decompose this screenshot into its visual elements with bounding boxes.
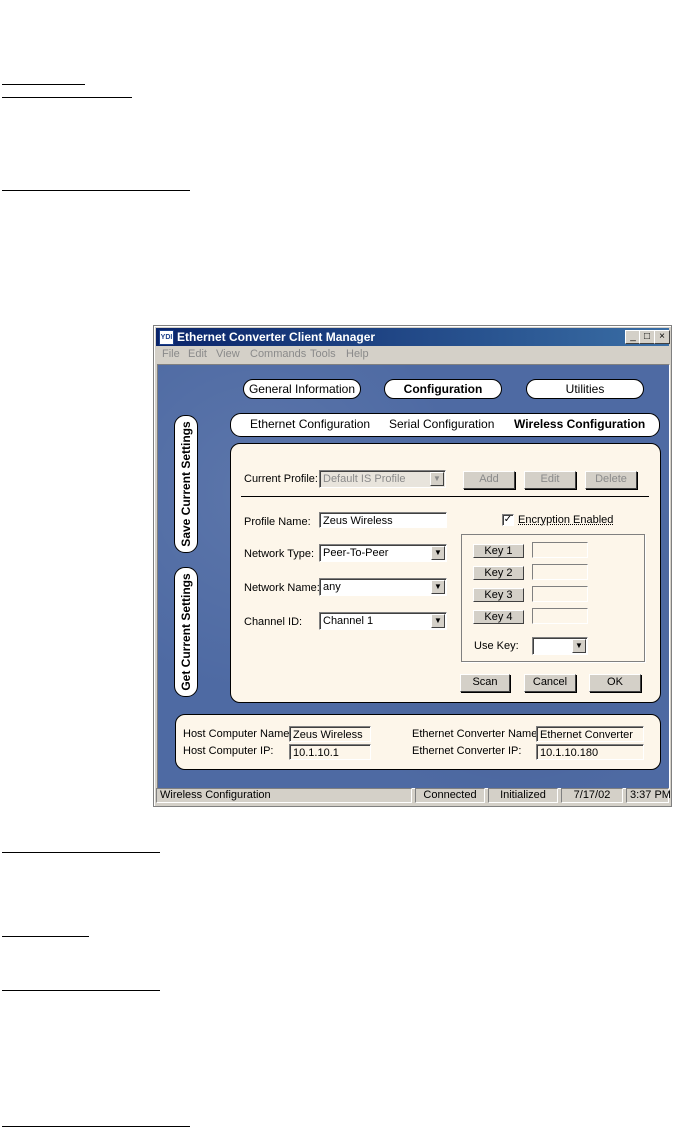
status-state: Initialized	[488, 788, 558, 803]
ethernet-converter-name-label: Ethernet Converter Name:	[412, 728, 541, 740]
save-current-settings-button[interactable]: Save Current Settings	[174, 415, 198, 553]
key-1-button[interactable]: Key 1	[473, 544, 524, 558]
key-3-button[interactable]: Key 3	[473, 588, 524, 602]
host-computer-name-field: Zeus Wireless	[289, 726, 371, 742]
menu-edit[interactable]: Edit	[188, 348, 207, 360]
tab-ethernet-configuration[interactable]: Ethernet Configuration	[250, 417, 370, 431]
network-type-value: Peer-To-Peer	[323, 547, 389, 559]
host-info-panel: Host Computer Name: Zeus Wireless Host C…	[175, 714, 661, 770]
edit-profile-button: Edit	[524, 471, 576, 489]
get-current-settings-label: Get Current Settings	[179, 573, 193, 691]
key-3-field[interactable]	[532, 586, 588, 602]
key-2-button[interactable]: Key 2	[473, 566, 524, 580]
menu-help[interactable]: Help	[346, 348, 369, 360]
menu-view[interactable]: View	[216, 348, 240, 360]
heading-rule	[2, 852, 160, 853]
key-1-field[interactable]	[532, 542, 588, 558]
menu-bar: File Edit View Commands Tools Help	[156, 346, 669, 363]
scan-button[interactable]: Scan	[460, 674, 510, 692]
menu-tools[interactable]: Tools	[310, 348, 336, 360]
cancel-button[interactable]: Cancel	[524, 674, 576, 692]
encryption-enabled-label[interactable]: Encryption Enabled	[518, 514, 613, 526]
key-2-field[interactable]	[532, 564, 588, 580]
use-key-select[interactable]: ▼	[532, 637, 588, 655]
network-type-select[interactable]: Peer-To-Peer ▼	[319, 544, 447, 562]
wireless-config-panel: Current Profile: Default IS Profile ▼ Ad…	[230, 443, 661, 703]
current-profile-label: Current Profile:	[244, 473, 318, 485]
ok-button[interactable]: OK	[589, 674, 641, 692]
use-key-label: Use Key:	[474, 640, 519, 652]
heading-rule	[2, 936, 89, 937]
status-connection: Connected	[415, 788, 485, 803]
status-message: Wireless Configuration	[156, 788, 412, 803]
encryption-checkbox[interactable]: ✓	[502, 514, 514, 526]
heading-rule	[2, 990, 160, 991]
network-name-select[interactable]: any ▼	[319, 578, 447, 596]
ethernet-converter-ip-field: 10.1.10.180	[536, 744, 644, 760]
channel-id-label: Channel ID:	[244, 616, 303, 628]
network-name-value: any	[323, 581, 341, 593]
host-computer-ip-field: 10.1.10.1	[289, 744, 371, 760]
heading-rule	[2, 1126, 190, 1127]
chevron-down-icon[interactable]: ▼	[572, 639, 586, 653]
tab-wireless-configuration[interactable]: Wireless Configuration	[514, 417, 645, 431]
ethernet-converter-ip-label: Ethernet Converter IP:	[412, 745, 522, 757]
tab-configuration[interactable]: Configuration	[384, 379, 502, 399]
current-profile-value: Default IS Profile	[323, 473, 406, 485]
profile-name-field[interactable]: Zeus Wireless	[319, 512, 447, 528]
heading-rule	[2, 97, 132, 98]
ethernet-converter-name-field: Ethernet Converter	[536, 726, 644, 742]
app-icon: YDI	[159, 330, 174, 345]
status-time: 3:37 PM	[626, 788, 671, 803]
key-4-field[interactable]	[532, 608, 588, 624]
profile-name-label: Profile Name:	[244, 516, 311, 528]
divider	[241, 496, 649, 497]
tab-serial-configuration[interactable]: Serial Configuration	[389, 417, 494, 431]
host-computer-ip-label: Host Computer IP:	[183, 745, 274, 757]
heading-rule	[2, 84, 85, 85]
network-type-label: Network Type:	[244, 548, 315, 560]
heading-rule	[2, 190, 190, 191]
app-window: YDI Ethernet Converter Client Manager _ …	[153, 325, 672, 807]
chevron-down-icon[interactable]: ▼	[431, 546, 445, 560]
sub-tab-bar: Ethernet Configuration Serial Configurat…	[230, 413, 660, 437]
status-bar: Wireless Configuration Connected Initial…	[156, 788, 671, 804]
chevron-down-icon[interactable]: ▼	[431, 580, 445, 594]
status-date: 7/17/02	[561, 788, 623, 803]
window-title: Ethernet Converter Client Manager	[177, 330, 376, 344]
add-profile-button: Add	[463, 471, 515, 489]
chevron-down-icon[interactable]: ▼	[431, 614, 445, 628]
network-name-label: Network Name:	[244, 582, 320, 594]
client-area: General Information Configuration Utilit…	[157, 364, 670, 789]
host-computer-name-label: Host Computer Name:	[183, 728, 293, 740]
get-current-settings-button[interactable]: Get Current Settings	[174, 567, 198, 697]
current-profile-select: Default IS Profile ▼	[319, 470, 446, 488]
title-bar[interactable]: YDI Ethernet Converter Client Manager _ …	[156, 328, 670, 346]
chevron-down-icon: ▼	[430, 472, 444, 486]
save-current-settings-label: Save Current Settings	[179, 421, 193, 547]
key-4-button[interactable]: Key 4	[473, 610, 524, 624]
channel-id-select[interactable]: Channel 1 ▼	[319, 612, 447, 630]
menu-commands[interactable]: Commands	[250, 348, 306, 360]
tab-general-information[interactable]: General Information	[243, 379, 361, 399]
maximize-button[interactable]: □	[639, 330, 655, 344]
tab-utilities[interactable]: Utilities	[526, 379, 644, 399]
close-button[interactable]: ×	[654, 330, 670, 344]
channel-id-value: Channel 1	[323, 615, 374, 627]
delete-profile-button: Delete	[585, 471, 637, 489]
menu-file[interactable]: File	[162, 348, 180, 360]
